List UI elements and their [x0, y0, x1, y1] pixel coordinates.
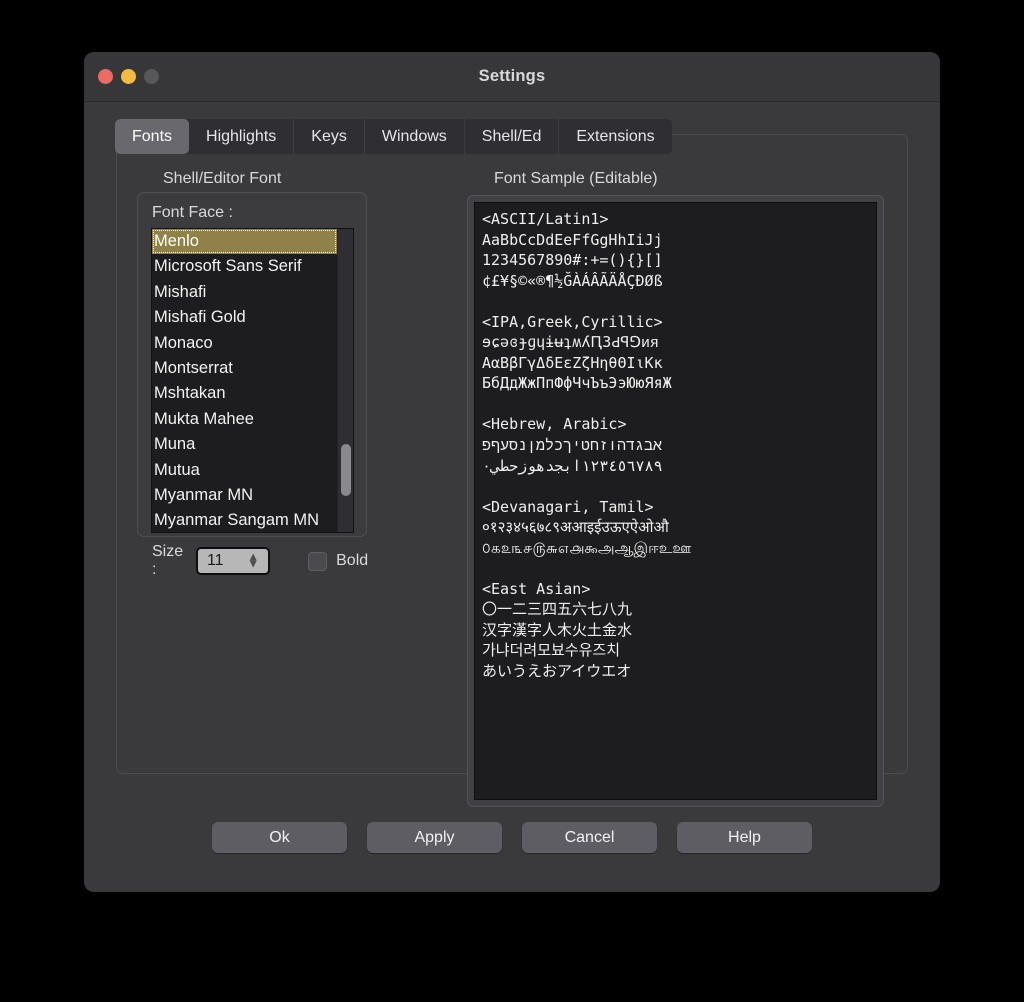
font-list-item[interactable]: Montserrat	[152, 356, 337, 381]
font-list-scrollbar-thumb[interactable]	[341, 444, 351, 496]
font-list-item[interactable]: Menlo	[152, 229, 337, 254]
tab-shell-ed[interactable]: Shell/Ed	[465, 119, 560, 154]
font-sample-frame: <ASCII/Latin1> AaBbCcDdEeFfGgHhIiJj 1234…	[467, 195, 884, 807]
bold-checkbox[interactable]	[308, 552, 327, 571]
window-titlebar: Settings	[84, 52, 940, 102]
font-list-item[interactable]: Mutua	[152, 458, 337, 483]
font-face-label: Font Face :	[152, 204, 233, 222]
tab-extensions[interactable]: Extensions	[559, 119, 671, 154]
tab-keys[interactable]: Keys	[294, 119, 365, 154]
bold-checkbox-group[interactable]: Bold	[308, 552, 368, 571]
font-list-item[interactable]: Mishafi Gold	[152, 305, 337, 330]
bold-label: Bold	[336, 552, 368, 570]
settings-tab-bar: Fonts Highlights Keys Windows Shell/Ed E…	[115, 119, 672, 154]
ok-button[interactable]: Ok	[212, 822, 347, 853]
tab-fonts[interactable]: Fonts	[115, 119, 189, 154]
font-size-row: Size : 11 ▲▼ Bold	[152, 543, 368, 579]
cancel-button[interactable]: Cancel	[522, 822, 657, 853]
font-list-item[interactable]: Mishafi	[152, 280, 337, 305]
font-list-item[interactable]: Myanmar MN	[152, 483, 337, 508]
tab-highlights[interactable]: Highlights	[189, 119, 294, 154]
font-size-label: Size :	[152, 543, 189, 579]
stepper-chevrons-icon[interactable]: ▲▼	[247, 554, 259, 569]
font-size-value[interactable]: 11	[198, 552, 224, 570]
font-list-item[interactable]: Myanmar Sangam MN	[152, 508, 337, 532]
font-list-item[interactable]: Microsoft Sans Serif	[152, 254, 337, 279]
font-list-scrollbar[interactable]	[337, 229, 353, 532]
font-list-item[interactable]: Mshtakan	[152, 381, 337, 406]
apply-button[interactable]: Apply	[367, 822, 502, 853]
shell-editor-font-header: Shell/Editor Font	[163, 170, 281, 188]
font-face-group: Font Face : MenloMicrosoft Sans SerifMis…	[137, 192, 367, 537]
font-list-item[interactable]: Mukta Mahee	[152, 407, 337, 432]
font-size-stepper[interactable]: 11 ▲▼	[196, 547, 270, 575]
font-sample-header: Font Sample (Editable)	[494, 170, 658, 188]
font-face-listbox[interactable]: MenloMicrosoft Sans SerifMishafiMishafi …	[151, 228, 354, 533]
dialog-button-row: Ok Apply Cancel Help	[84, 822, 940, 853]
help-button[interactable]: Help	[677, 822, 812, 853]
settings-window: Settings Fonts Highlights Keys Windows S…	[84, 52, 940, 892]
font-face-list[interactable]: MenloMicrosoft Sans SerifMishafiMishafi …	[152, 229, 337, 532]
window-title: Settings	[84, 67, 940, 86]
font-sample-textarea[interactable]: <ASCII/Latin1> AaBbCcDdEeFfGgHhIiJj 1234…	[474, 202, 877, 800]
font-list-item[interactable]: Monaco	[152, 331, 337, 356]
tab-windows[interactable]: Windows	[365, 119, 465, 154]
font-list-item[interactable]: Muna	[152, 432, 337, 457]
